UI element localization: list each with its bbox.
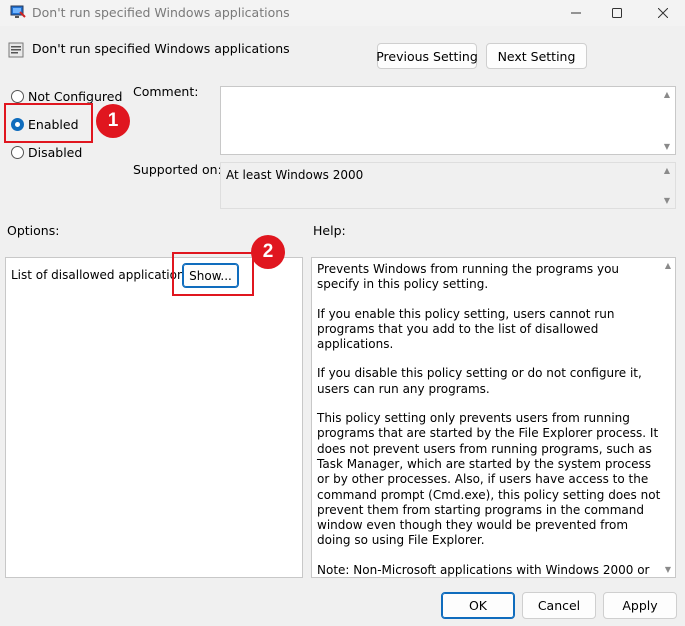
scroll-down-icon: ▼ — [664, 565, 672, 574]
close-icon — [658, 8, 668, 18]
supported-on-label: Supported on: — [133, 162, 222, 177]
radio-label: Disabled — [28, 145, 83, 160]
annotation-badge-2: 2 — [251, 235, 285, 269]
radio-label: Not Configured — [28, 89, 123, 104]
annotation-box-enabled — [4, 103, 93, 143]
help-paragraph: If you enable this policy setting, users… — [317, 306, 615, 352]
supported-on-field: At least Windows 2000 ▲ ▼ — [220, 162, 676, 209]
help-paragraph: Prevents Windows from running the progra… — [317, 262, 620, 292]
previous-setting-button[interactable]: Previous Setting — [376, 43, 478, 69]
minimize-icon — [571, 12, 581, 14]
maximize-button[interactable] — [597, 0, 637, 26]
next-setting-button[interactable]: Next Setting — [486, 43, 587, 69]
cancel-button[interactable]: Cancel — [522, 592, 596, 619]
scroll-up-icon: ▲ — [663, 90, 671, 99]
supported-on-value: At least Windows 2000 — [226, 168, 364, 182]
maximize-icon — [612, 8, 622, 18]
help-paragraph: If you disable this policy setting or do… — [317, 366, 642, 396]
help-paragraph: This policy setting only prevents users … — [317, 411, 661, 548]
comment-textarea[interactable]: ▲ ▼ — [220, 86, 676, 155]
close-button[interactable] — [643, 0, 683, 26]
help-label: Help: — [313, 223, 346, 238]
help-scrollbar[interactable]: ▲ ▼ — [661, 258, 675, 577]
disallowed-list-label: List of disallowed applications — [11, 268, 191, 282]
comment-scrollbar[interactable]: ▲ ▼ — [659, 87, 675, 154]
scroll-down-icon: ▼ — [663, 142, 671, 151]
policy-title: Don't run specified Windows applications — [32, 41, 290, 56]
radio-not-configured[interactable]: Not Configured — [11, 89, 122, 104]
radio-circle — [11, 146, 24, 159]
scroll-up-icon: ▲ — [664, 261, 672, 270]
radio-circle — [11, 90, 24, 103]
options-label: Options: — [7, 223, 60, 238]
annotation-box-show — [172, 252, 254, 296]
help-panel: Prevents Windows from running the progra… — [311, 257, 676, 578]
minimize-button[interactable] — [556, 0, 596, 26]
comment-label: Comment: — [133, 84, 199, 99]
help-text: Prevents Windows from running the progra… — [317, 262, 665, 577]
window-title: Don't run specified Windows applications — [32, 5, 290, 20]
options-panel: List of disallowed applications — [5, 257, 303, 578]
policy-setting-icon — [8, 42, 24, 58]
annotation-badge-1: 1 — [96, 104, 130, 138]
ok-button[interactable]: OK — [441, 592, 515, 619]
radio-disabled[interactable]: Disabled — [11, 145, 82, 160]
scroll-down-icon: ▼ — [663, 196, 671, 205]
help-paragraph: Note: Non-Microsoft applications with Wi… — [317, 562, 650, 577]
apply-button[interactable]: Apply — [603, 592, 677, 619]
scroll-up-icon: ▲ — [663, 166, 671, 175]
policy-app-icon — [10, 5, 26, 18]
supported-scrollbar[interactable]: ▲ ▼ — [659, 163, 675, 208]
